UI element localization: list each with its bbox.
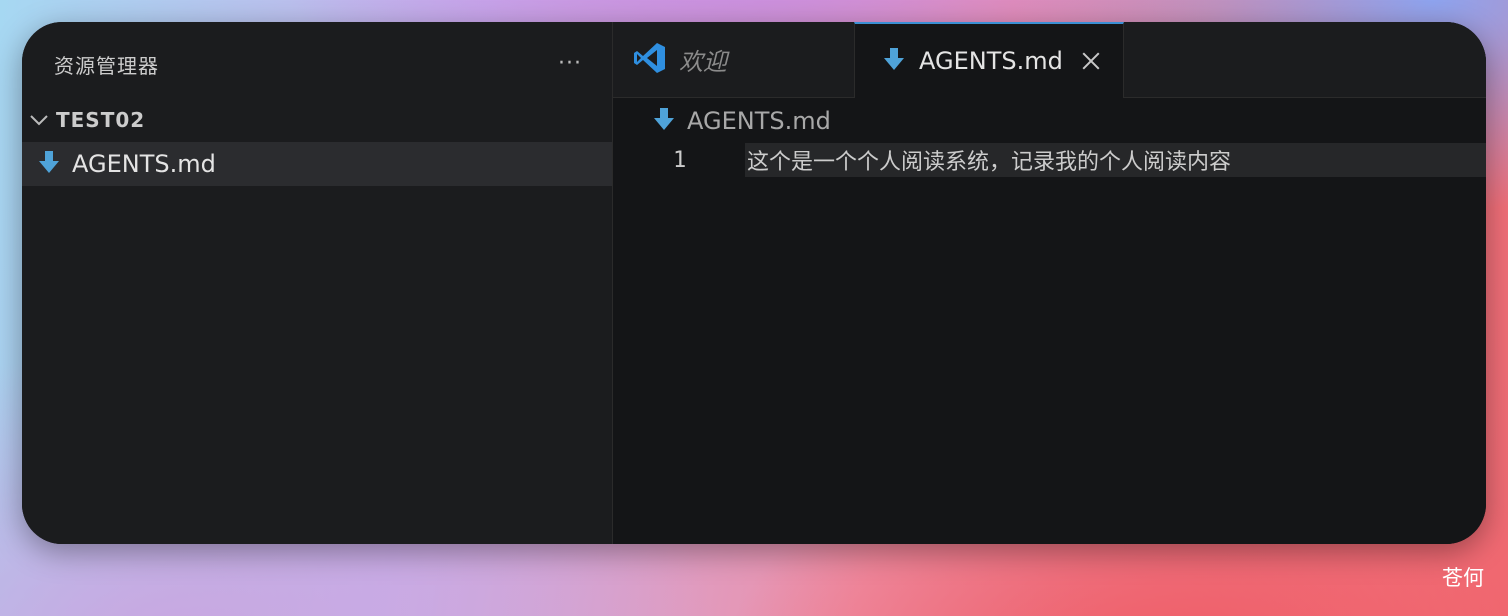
line-text[interactable]: 这个是一个个人阅读系统，记录我的个人阅读内容 <box>747 144 1231 176</box>
markdown-download-icon <box>38 150 60 178</box>
folder-test02[interactable]: TEST02 <box>22 106 612 134</box>
vscode-window: 资源管理器 ··· TEST02 AGENTS.md 欢迎 AGENTS.md … <box>22 22 1486 544</box>
tab-bar: 欢迎 AGENTS.md <box>613 22 1486 98</box>
folder-name: TEST02 <box>56 108 146 132</box>
file-name: AGENTS.md <box>72 150 216 178</box>
markdown-download-icon <box>883 47 905 75</box>
file-item-agents-md[interactable]: AGENTS.md <box>22 142 612 186</box>
watermark-text: 苍何 <box>1442 566 1484 590</box>
more-actions-button[interactable]: ··· <box>558 53 582 75</box>
tab-agents-md[interactable]: AGENTS.md <box>854 22 1124 98</box>
chevron-down-icon[interactable] <box>22 114 56 126</box>
breadcrumb-label: AGENTS.md <box>687 107 831 135</box>
close-icon[interactable] <box>1081 51 1101 71</box>
tab-welcome[interactable]: 欢迎 <box>613 22 853 97</box>
explorer-sidebar: 资源管理器 ··· TEST02 AGENTS.md <box>22 22 613 544</box>
tab-label: 欢迎 <box>679 48 727 76</box>
editor-area: 欢迎 AGENTS.md AGENTS.md 1 这个是一个个人阅读系统，记录我… <box>613 22 1486 544</box>
markdown-download-icon <box>653 107 675 135</box>
vscode-logo-icon <box>633 41 667 79</box>
tab-label: AGENTS.md <box>919 47 1063 75</box>
explorer-header: 资源管理器 ··· <box>54 50 582 78</box>
breadcrumb[interactable]: AGENTS.md <box>653 106 831 136</box>
explorer-title: 资源管理器 <box>54 53 159 78</box>
editor-line[interactable]: 1 这个是一个个人阅读系统，记录我的个人阅读内容 <box>613 143 1486 177</box>
line-number: 1 <box>673 147 687 173</box>
